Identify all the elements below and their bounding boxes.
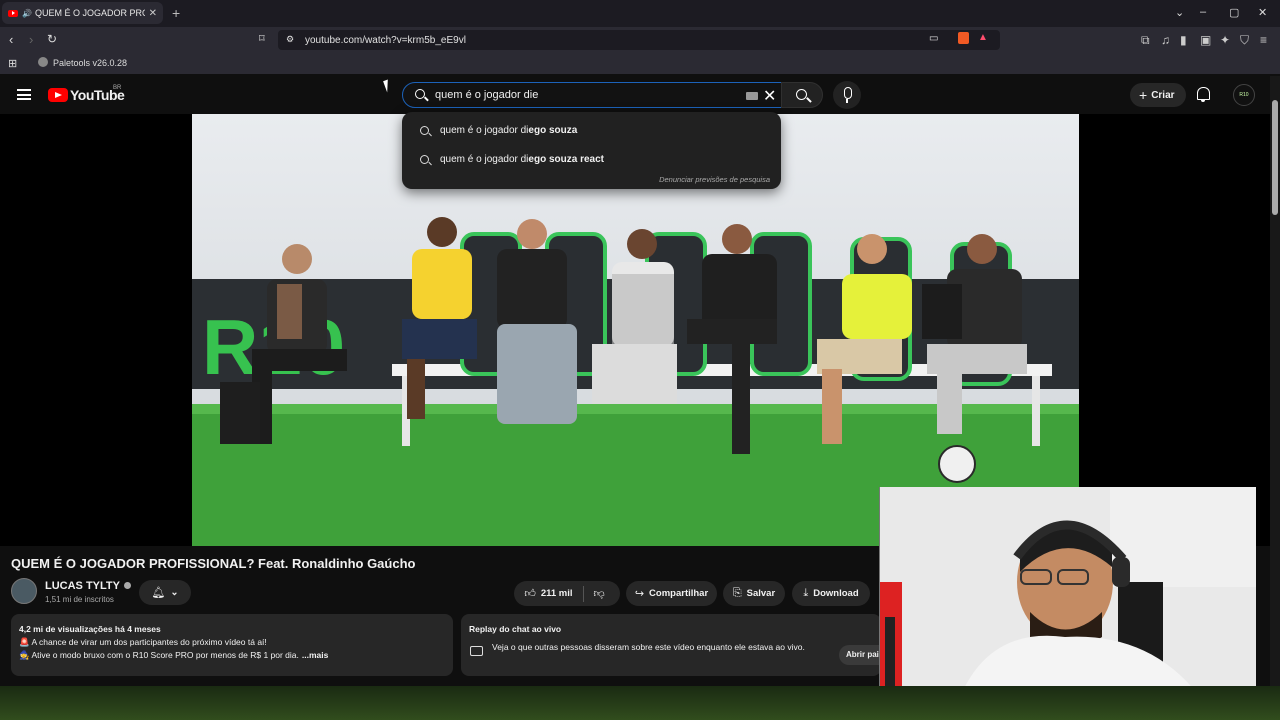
download-icon: ⤓ <box>803 587 809 599</box>
search-suggestions-dropdown: quem é o jogador diego souza quem é o jo… <box>402 112 781 189</box>
browser-tab-bar: 🔊 QUEM É O JOGADOR PROFISSIONAL? ✕ + ⌄ –… <box>0 0 1280 27</box>
save-label: Salvar <box>746 588 776 599</box>
new-tab-button[interactable]: + <box>172 5 180 21</box>
forward-icon[interactable]: › <box>29 32 33 47</box>
menu-icon[interactable]: ≡ <box>1260 33 1267 47</box>
like-icon[interactable]: 👍︎ <box>524 587 536 600</box>
tab-list-icon[interactable]: ⌄ <box>1175 6 1184 19</box>
account-avatar[interactable]: R10 <box>1233 84 1255 106</box>
clear-search-icon[interactable]: ✕ <box>763 86 776 106</box>
plus-icon: + <box>1139 87 1148 103</box>
minimize-icon[interactable]: – <box>1200 6 1206 18</box>
description-line: 🧙 Ative o modo bruxo com o R10 Score PRO… <box>19 650 299 660</box>
youtube-logo-icon[interactable] <box>48 88 68 102</box>
channel-name-text: LUCAS TYLTY <box>45 580 120 592</box>
suggestion-item[interactable]: quem é o jogador diego souza <box>402 118 781 144</box>
region-code: BR <box>113 85 122 91</box>
description-line: 🚨 A chance de virar um dos participantes… <box>19 637 267 647</box>
music-icon[interactable]: ♫ <box>1161 33 1170 47</box>
search-input[interactable]: quem é o jogador die <box>435 89 538 101</box>
bookmarks-bar: ⊞ Paletools v26.0.28 <box>0 53 1280 74</box>
youtube-favicon-icon <box>8 9 18 17</box>
share-button[interactable]: ↪ Compartilhar <box>626 581 717 606</box>
keyboard-icon[interactable] <box>746 92 758 100</box>
save-icon: ⎘ <box>732 587 742 599</box>
chevron-down-icon: ⌄ <box>170 587 179 598</box>
cast-icon[interactable]: ▭ <box>929 33 938 44</box>
browser-nav-bar: ‹ › ↻ ⌑ ⚙ youtube.com/watch?v=krm5b_eE9v… <box>0 27 1280 53</box>
search-button-icon <box>796 89 807 100</box>
paletools-icon <box>38 57 48 67</box>
guide-menu-icon[interactable] <box>17 89 31 100</box>
wallet-icon[interactable]: ▣ <box>1200 33 1211 47</box>
chat-icon <box>470 646 483 656</box>
create-button[interactable]: + Criar <box>1130 83 1186 107</box>
search-icon <box>420 155 429 164</box>
like-count[interactable]: 211 mil <box>541 588 573 599</box>
bell-icon: 🔔︎ <box>151 587 166 599</box>
bookmark-paletools[interactable]: Paletools v26.0.28 <box>53 58 127 68</box>
maximize-icon[interactable]: ▢ <box>1229 6 1239 19</box>
url-text: youtube.com/watch?v=krm5b_eE9vl <box>305 34 466 46</box>
video-title: QUEM É O JOGADOR PROFISSIONAL? Feat. Ron… <box>11 556 416 571</box>
create-label: Criar <box>1151 89 1175 101</box>
tab-title: QUEM É O JOGADOR PROFISSIONAL? <box>34 8 145 18</box>
views-and-date: 4,2 mi de visualizações há 4 meses <box>19 624 161 634</box>
report-predictions-link[interactable]: Denunciar previsões de pesquisa <box>659 175 770 184</box>
sidebar-icon[interactable]: ▮ <box>1180 33 1187 47</box>
youtube-header: YouTube BR quem é o jogador die ✕ + Criar… <box>0 76 1270 114</box>
notifications-bell-icon[interactable] <box>1197 87 1210 102</box>
back-icon[interactable]: ‹ <box>9 32 13 47</box>
chat-replay-text: Veja o que outras pessoas disseram sobre… <box>492 642 805 652</box>
download-button[interactable]: ⤓ Download <box>792 581 870 606</box>
suggestion-completion: ego souza <box>528 125 578 136</box>
search-button[interactable] <box>781 82 823 108</box>
like-dislike-group: 👍︎ 211 mil 👎︎ <box>514 581 620 606</box>
share-label: Compartilhar <box>649 588 709 599</box>
share-icon: ↪ <box>634 588 645 600</box>
show-more-link[interactable]: ...mais <box>302 650 328 660</box>
verified-icon <box>123 582 131 589</box>
bookmark-page-icon[interactable]: ⌑ <box>259 32 265 45</box>
brave-shield-icon[interactable] <box>958 32 969 44</box>
chat-replay-title: Replay do chat ao vivo <box>469 624 562 634</box>
page-scrollbar[interactable] <box>1270 76 1280 686</box>
search-box[interactable]: quem é o jogador die ✕ <box>402 82 782 108</box>
suggestion-completion: ego souza react <box>528 154 604 165</box>
scrollbar-thumb[interactable] <box>1272 100 1278 215</box>
suggestion-prefix: quem é o jogador di <box>440 125 529 136</box>
webcam-overlay <box>879 487 1256 697</box>
apps-grid-icon[interactable]: ⊞ <box>8 57 17 70</box>
divider <box>582 585 584 602</box>
bottom-blur-strip <box>0 686 1280 720</box>
reload-icon[interactable]: ↻ <box>47 32 57 46</box>
close-window-icon[interactable]: ✕ <box>1258 6 1267 19</box>
suggestion-item[interactable]: quem é o jogador diego souza react <box>402 147 781 173</box>
channel-avatar[interactable] <box>11 578 37 604</box>
suggestion-prefix: quem é o jogador di <box>440 154 529 165</box>
subscriber-count: 1,51 mi de inscritos <box>45 595 114 604</box>
rewards-icon[interactable]: ▲ <box>978 32 988 43</box>
ai-icon[interactable]: ✦ <box>1220 33 1230 47</box>
download-label: Download <box>813 588 859 599</box>
chat-replay-box: Replay do chat ao vivo Veja o que outras… <box>461 614 889 676</box>
channel-name[interactable]: LUCAS TYLTY <box>45 580 131 592</box>
description-box[interactable]: 4,2 mi de visualizações há 4 meses 🚨 A c… <box>11 614 453 676</box>
address-bar[interactable]: ⚙ youtube.com/watch?v=krm5b_eE9vl ▭ ▲ <box>278 30 1000 50</box>
close-tab-icon[interactable]: ✕ <box>149 8 157 19</box>
save-button[interactable]: ⎘ Salvar <box>723 581 785 606</box>
webcam-scene <box>880 487 1256 697</box>
search-icon <box>415 89 425 99</box>
browser-tab[interactable]: 🔊 QUEM É O JOGADOR PROFISSIONAL? ✕ <box>2 2 163 24</box>
search-icon <box>420 126 429 135</box>
audio-icon[interactable]: 🔊 <box>22 9 32 18</box>
extensions-icon[interactable]: ⧉ <box>1141 33 1150 48</box>
site-info-icon[interactable]: ⚙ <box>286 34 294 45</box>
subscribed-notifications-button[interactable]: 🔔︎ ⌄ <box>139 580 191 605</box>
vpn-icon[interactable]: ⛉ <box>1240 33 1249 48</box>
voice-search-button[interactable] <box>833 81 861 109</box>
dislike-icon[interactable]: 👎︎ <box>594 587 605 600</box>
